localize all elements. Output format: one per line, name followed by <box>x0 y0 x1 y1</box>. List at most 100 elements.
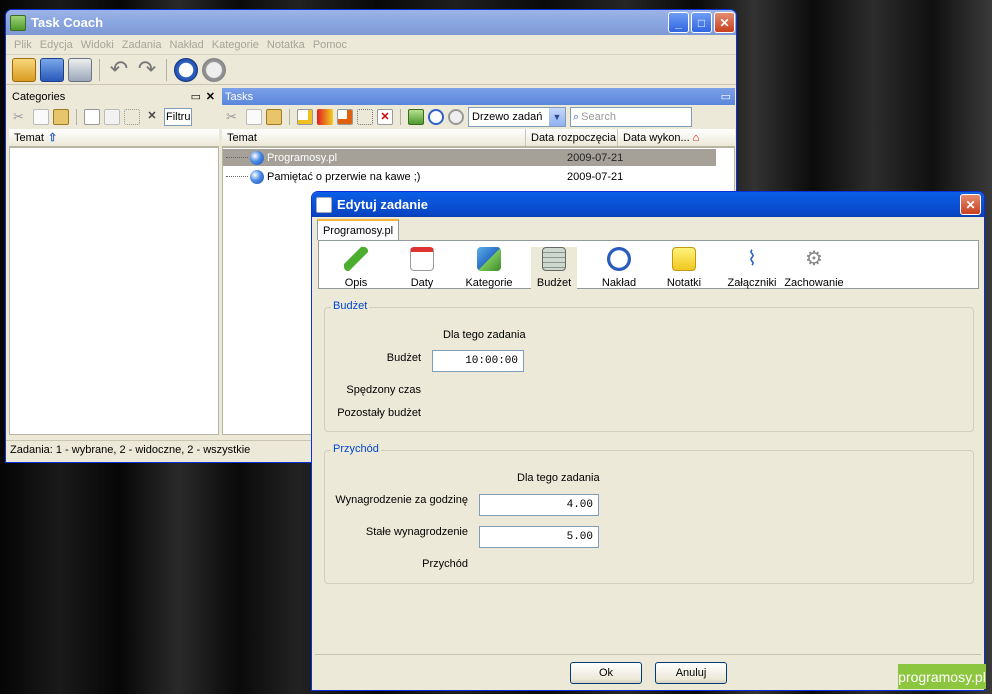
task-start-date: 2009-07-21 <box>567 151 624 164</box>
new-subtask-icon[interactable] <box>337 109 353 125</box>
taskcoach-app-icon <box>10 14 26 31</box>
revenue-label: Przychód <box>422 558 468 570</box>
delete-task-icon[interactable]: ✕ <box>377 109 393 125</box>
page-budzet[interactable]: Budżet <box>531 247 577 289</box>
budget-field[interactable]: 10:00:00 <box>432 350 524 372</box>
menu-kategorie[interactable]: Kategorie <box>208 39 263 51</box>
hourly-fee-field[interactable]: 4.00 <box>479 494 599 516</box>
watermark: programosy.pl <box>898 664 986 689</box>
fixed-fee-field[interactable]: 5.00 <box>479 526 599 548</box>
task-title: Programosy.pl <box>267 151 338 164</box>
remaining-budget-label: Pozostały budżet <box>337 407 421 419</box>
minimize-button[interactable]: _ <box>668 12 689 33</box>
float-pane-icon[interactable]: ▭ <box>191 90 201 103</box>
categories-list[interactable] <box>9 147 219 435</box>
ok-button[interactable]: Ok <box>570 662 642 684</box>
task-tab[interactable]: Programosy.pl <box>317 219 399 240</box>
note-icon <box>672 247 696 271</box>
new-subcategory-icon[interactable] <box>104 109 120 125</box>
tasks-title: Tasks <box>225 90 254 103</box>
revenue-group: Przychód Dla tego zadania Wynagrodzenie … <box>324 443 974 584</box>
edit-category-icon[interactable] <box>124 109 140 125</box>
menu-pomoc[interactable]: Pomoc <box>309 39 351 51</box>
cut-icon[interactable]: ✂ <box>226 109 242 125</box>
page-zalaczniki[interactable]: ⌇ Załączniki <box>721 247 783 289</box>
menu-plik[interactable]: Plik <box>10 39 36 51</box>
gear-icon: ⚙ <box>805 248 823 270</box>
search-input[interactable]: ⌕ Search <box>570 107 692 127</box>
save-icon[interactable] <box>40 57 64 82</box>
category-filter-input[interactable]: Filtru <box>164 108 192 126</box>
task-status-icon <box>250 150 264 165</box>
menubar: Plik Edycja Widoki Zadania Nakład Katego… <box>6 35 736 55</box>
mark-completed-icon[interactable] <box>408 109 424 125</box>
stop-effort-icon[interactable] <box>448 109 464 125</box>
task-title: Pamiętać o przerwie na kawe ;) <box>267 170 421 183</box>
undo-icon[interactable]: ↶ <box>107 57 131 82</box>
column-start-date[interactable]: Data rozpoczęcia <box>526 129 618 146</box>
start-tracking-icon[interactable] <box>174 57 198 82</box>
page-daty[interactable]: Daty <box>399 247 445 289</box>
menu-notatka[interactable]: Notatka <box>263 39 309 51</box>
column-chooser-icon[interactable]: ⌂ <box>690 129 700 146</box>
copy-icon[interactable] <box>246 109 262 125</box>
page-zachowanie[interactable]: ⚙ Zachowanie <box>783 247 845 289</box>
tasks-column-header: Temat Data rozpoczęcia Data wykon... ⌂ <box>222 129 735 147</box>
main-titlebar[interactable]: Task Coach _ □ ✕ <box>6 10 736 35</box>
chevron-down-icon[interactable]: ▼ <box>549 108 565 126</box>
start-effort-icon[interactable] <box>428 109 444 125</box>
calculator-icon <box>542 247 566 271</box>
toolbar-separator <box>99 58 100 81</box>
column-temat[interactable]: Temat <box>222 129 526 146</box>
task-row[interactable]: Programosy.pl 2009-07-21 <box>223 149 716 166</box>
page-kategorie[interactable]: Kategorie <box>459 247 519 289</box>
view-mode-select[interactable]: Drzewo zadań ▼ <box>468 107 566 127</box>
tree-line <box>226 157 248 158</box>
task-start-date: 2009-07-21 <box>567 170 624 183</box>
categories-title: Categories <box>12 90 66 103</box>
close-button[interactable]: ✕ <box>960 194 981 215</box>
print-icon[interactable] <box>68 57 92 82</box>
delete-category-icon[interactable]: ✕ <box>144 109 160 125</box>
column-due-date[interactable]: Data wykon... ⌂ <box>618 129 714 146</box>
dialog-titlebar[interactable]: Edytuj zadanie ✕ <box>312 192 984 217</box>
spent-time-label: Spędzony czas <box>346 384 421 396</box>
redo-icon[interactable]: ↷ <box>135 57 159 82</box>
menu-widoki[interactable]: Widoki <box>77 39 118 51</box>
budget-group: Budżet Dla tego zadania Budżet 10:00:00 … <box>324 300 974 432</box>
task-row[interactable]: Pamiętać o przerwie na kawe ;) 2009-07-2… <box>223 168 716 185</box>
categories-icon <box>477 247 501 271</box>
column-temat[interactable]: Temat ⇧ <box>9 129 214 146</box>
edit-task-dialog: Edytuj zadanie ✕ Programosy.pl Opis Daty… <box>311 191 985 691</box>
menu-edycja[interactable]: Edycja <box>36 39 77 51</box>
page-notatki[interactable]: Notatki <box>661 247 707 289</box>
close-button[interactable]: ✕ <box>714 12 735 33</box>
maximize-button[interactable]: □ <box>691 12 712 33</box>
menu-zadania[interactable]: Zadania <box>118 39 166 51</box>
revenue-column-header: Dla tego zadania <box>517 472 600 484</box>
paste-icon[interactable] <box>266 109 282 125</box>
float-pane-icon[interactable]: ▭ <box>721 90 731 103</box>
copy-icon[interactable] <box>33 109 49 125</box>
menu-naklad[interactable]: Nakład <box>166 39 208 51</box>
page-opis[interactable]: Opis <box>333 247 379 289</box>
categories-header: Categories ▭ ✕ <box>9 88 219 105</box>
stop-tracking-icon[interactable] <box>202 57 226 82</box>
page-naklad[interactable]: Nakład <box>596 247 642 289</box>
cancel-button[interactable]: Anuluj <box>655 662 727 684</box>
paste-icon[interactable] <box>53 109 69 125</box>
dialog-app-icon <box>316 196 332 213</box>
tree-line <box>226 176 248 177</box>
tasks-header: Tasks ▭ <box>222 88 735 105</box>
cut-icon[interactable]: ✂ <box>13 109 29 125</box>
close-pane-icon[interactable]: ✕ <box>206 90 215 103</box>
new-category-icon[interactable] <box>84 109 100 125</box>
new-task-color-icon[interactable] <box>317 109 333 125</box>
dialog-bottom-separator <box>315 654 981 655</box>
task-tab-label: Programosy.pl <box>322 224 394 237</box>
edit-task-icon[interactable] <box>357 109 373 125</box>
categories-column-header[interactable]: Temat ⇧ <box>9 129 219 147</box>
open-icon[interactable] <box>12 57 36 82</box>
toolbar-separator <box>400 109 401 125</box>
new-task-icon[interactable] <box>297 109 313 125</box>
